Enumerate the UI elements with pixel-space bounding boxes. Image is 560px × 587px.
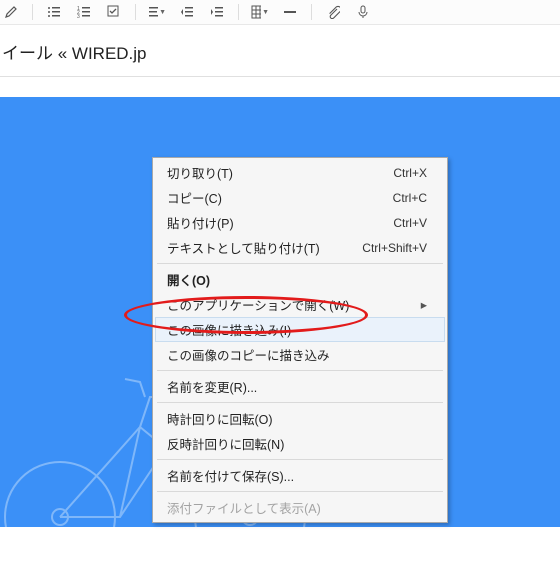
toolbar-separator (135, 4, 136, 20)
menu-item-label: 名前を付けて保存(S)... (167, 466, 294, 485)
context-menu: 切り取り(T) Ctrl+X コピー(C) Ctrl+C 貼り付け(P) Ctrl+V テキ… (152, 157, 448, 523)
context-menu-item[interactable]: 名前を付けて保存(S)... (155, 463, 445, 488)
menu-item-label: 開く(O) (167, 270, 210, 289)
menu-item-shortcut: Ctrl+V (393, 216, 427, 230)
pencil-icon[interactable] (2, 3, 20, 21)
bullet-list-icon[interactable] (45, 3, 63, 21)
context-menu-item[interactable]: コピー(C) Ctrl+C (155, 185, 445, 210)
menu-item-label: 名前を変更(R)... (167, 377, 257, 396)
context-menu-item[interactable]: このアプリケーションで開く(W) ▸ (155, 292, 445, 317)
menu-item-label: この画像のコピーに描き込み (167, 345, 330, 364)
menu-separator (157, 491, 443, 492)
chevron-right-icon: ▸ (421, 297, 427, 312)
microphone-icon[interactable] (354, 3, 372, 21)
context-menu-item[interactable]: 切り取り(T) Ctrl+X (155, 160, 445, 185)
align-icon[interactable]: ▼ (148, 3, 166, 21)
context-menu-item[interactable]: テキストとして貼り付け(T) Ctrl+Shift+V (155, 235, 445, 260)
editor-toolbar: 123 ▼ ▼ (0, 0, 560, 25)
menu-item-label: 反時計回りに回転(N) (167, 434, 284, 453)
context-menu-item[interactable]: この画像に描き込み(I) (155, 317, 445, 342)
menu-item-label: この画像に描き込み(I) (167, 320, 291, 339)
menu-separator (157, 263, 443, 264)
menu-separator (157, 402, 443, 403)
context-menu-item: 添付ファイルとして表示(A) (155, 495, 445, 520)
context-menu-item[interactable]: この画像のコピーに描き込み (155, 342, 445, 367)
context-menu-item[interactable]: 名前を変更(R)... (155, 374, 445, 399)
attachment-icon[interactable] (324, 3, 342, 21)
menu-item-label: テキストとして貼り付け(T) (167, 238, 320, 257)
indent-icon[interactable] (208, 3, 226, 21)
context-menu-item[interactable]: 開く(O) (155, 267, 445, 292)
numbered-list-icon[interactable]: 123 (75, 3, 93, 21)
context-menu-item[interactable]: 反時計回りに回転(N) (155, 431, 445, 456)
hr-icon[interactable] (281, 3, 299, 21)
toolbar-separator (311, 4, 312, 20)
context-menu-item[interactable]: 貼り付け(P) Ctrl+V (155, 210, 445, 235)
menu-item-shortcut: Ctrl+C (393, 191, 427, 205)
menu-item-shortcut: Ctrl+Shift+V (362, 241, 427, 255)
toolbar-separator (238, 4, 239, 20)
toolbar-separator (32, 4, 33, 20)
menu-item-label: コピー(C) (167, 188, 222, 207)
menu-separator (157, 370, 443, 371)
page-title: イール « WIRED.jp (0, 25, 560, 77)
menu-item-label: 時計回りに回転(O) (167, 409, 273, 428)
menu-separator (157, 459, 443, 460)
table-icon[interactable]: ▼ (251, 3, 269, 21)
outdent-icon[interactable] (178, 3, 196, 21)
menu-item-shortcut: Ctrl+X (393, 166, 427, 180)
checkbox-icon[interactable] (105, 3, 123, 21)
menu-item-label: 貼り付け(P) (167, 213, 234, 232)
svg-text:3: 3 (77, 14, 80, 19)
menu-item-label: このアプリケーションで開く(W) (167, 295, 349, 314)
menu-item-label: 添付ファイルとして表示(A) (167, 498, 321, 517)
menu-item-label: 切り取り(T) (167, 163, 233, 182)
context-menu-item[interactable]: 時計回りに回転(O) (155, 406, 445, 431)
